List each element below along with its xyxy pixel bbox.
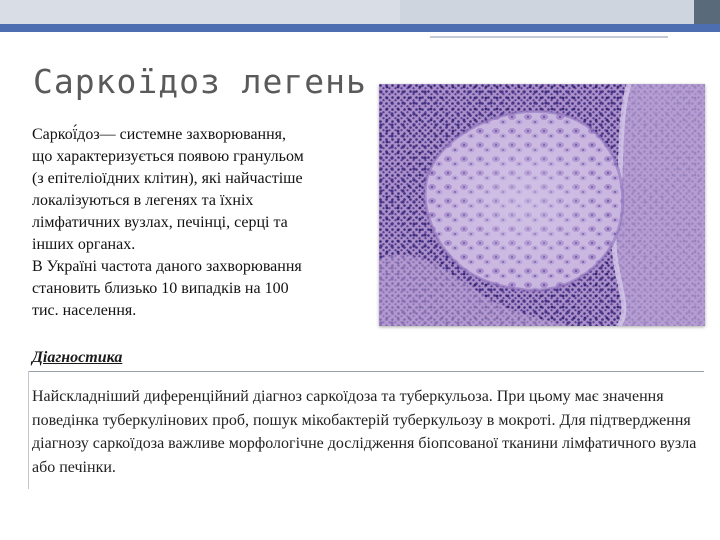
header-band-accent (0, 24, 720, 32)
intro-line: тис. населення. (32, 302, 137, 319)
slide-title: Саркоїдоз легень (33, 62, 367, 101)
section-divider (28, 371, 704, 372)
header-band-line (430, 36, 668, 38)
header-band-grey-mid (400, 0, 700, 24)
diagnostics-paragraph: Найскладніший диференційний діагноз сарк… (32, 388, 697, 476)
histology-micrograph-image (379, 84, 705, 326)
diagnostics-heading: Діагностика (32, 349, 123, 366)
intro-line: що характеризується появою гранульом (32, 148, 304, 165)
intro-line: лімфатичних вузлах, печінці, серці та (32, 214, 288, 231)
section-divider-vertical (28, 371, 29, 489)
intro-line: локалізуються в легенях та їхніх (32, 192, 254, 209)
intro-line: становить близько 10 випадків на 100 (32, 280, 289, 297)
header-band-dark-block (694, 0, 720, 24)
intro-paragraph: Саркої́доз— системне захворювання, що ха… (32, 124, 377, 322)
intro-line: інших органах. (32, 236, 136, 253)
header-band-grey-left (0, 0, 400, 24)
intro-line: (з епітеліоїдних клітин), які найчастіше (32, 170, 303, 187)
slide-header-band (0, 0, 720, 40)
intro-line: В Україні частота даного захворювання (32, 258, 302, 275)
intro-line: Саркої́доз— системне захворювання, (32, 126, 287, 143)
